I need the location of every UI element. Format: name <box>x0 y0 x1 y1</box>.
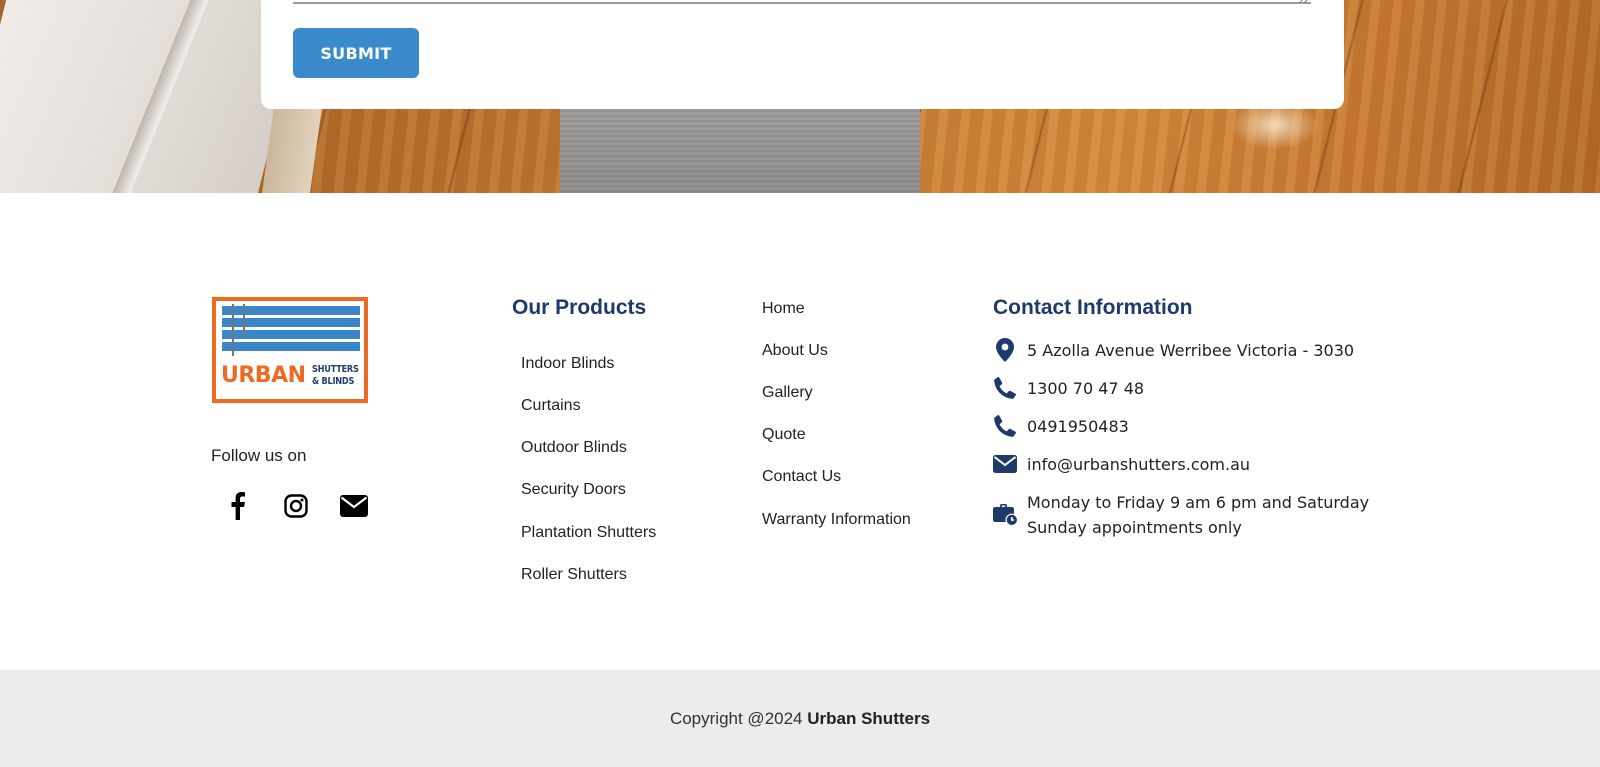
product-link-outdoor-blinds[interactable]: Outdoor Blinds <box>521 439 627 457</box>
contact-phone-2[interactable]: 0491950483 <box>993 414 1129 439</box>
location-pin-icon <box>993 338 1017 362</box>
logo-word: URBAN <box>221 363 306 388</box>
hero-background-photo: SUBMIT <box>0 0 1600 193</box>
envelope-icon[interactable] <box>336 490 372 522</box>
product-link-plantation-shutters[interactable]: Plantation Shutters <box>521 524 656 542</box>
nav-link-home[interactable]: Home <box>762 300 805 318</box>
contact-email[interactable]: info@urbanshutters.com.au <box>993 452 1250 477</box>
message-textarea[interactable] <box>293 2 1311 4</box>
brand-logo[interactable]: URBAN SHUTTERS & BLINDS <box>212 297 368 403</box>
logo-cord <box>232 304 234 356</box>
business-hours-icon <box>993 503 1017 527</box>
envelope-icon <box>993 452 1017 476</box>
copyright-brand: Urban Shutters <box>807 708 931 728</box>
phone-icon <box>993 414 1017 438</box>
contact-hours: Monday to Friday 9 am 6 pm and Saturday … <box>993 490 1369 540</box>
copyright-text: Copyright @2024 Urban Shutters <box>669 708 931 728</box>
email-text[interactable]: info@urbanshutters.com.au <box>1027 452 1250 477</box>
logo-wordmark: URBAN SHUTTERS & BLINDS <box>221 361 361 391</box>
nav-link-quote[interactable]: Quote <box>762 426 806 444</box>
logo-subtitle: SHUTTERS & BLINDS <box>311 364 359 387</box>
nav-link-warranty-information[interactable]: Warranty Information <box>762 511 911 529</box>
contact-address: 5 Azolla Avenue Werribee Victoria - 3030 <box>993 338 1354 363</box>
nav-link-gallery[interactable]: Gallery <box>762 384 813 402</box>
address-text: 5 Azolla Avenue Werribee Victoria - 3030 <box>1027 341 1355 360</box>
mobile-text[interactable]: 0491950483 <box>1027 414 1129 439</box>
resize-handle-icon[interactable] <box>1299 0 1309 3</box>
quote-form-card: SUBMIT <box>261 0 1344 109</box>
product-link-curtains[interactable]: Curtains <box>521 397 581 415</box>
contact-title: Contact Information <box>993 296 1193 319</box>
hours-text: Monday to Friday 9 am 6 pm and Saturday … <box>1027 493 1370 537</box>
facebook-icon[interactable] <box>220 490 256 522</box>
phone-text[interactable]: 1300 70 47 48 <box>1027 376 1144 401</box>
follow-label: Follow us on <box>211 446 307 465</box>
copyright-bar: Copyright @2024 Urban Shutters <box>0 670 1600 767</box>
submit-button[interactable]: SUBMIT <box>293 28 419 78</box>
nav-link-about-us[interactable]: About Us <box>762 342 828 360</box>
logo-cord <box>243 304 245 336</box>
contact-phone-1[interactable]: 1300 70 47 48 <box>993 376 1144 401</box>
product-link-security-doors[interactable]: Security Doors <box>521 481 626 499</box>
product-link-roller-shutters[interactable]: Roller Shutters <box>521 566 627 584</box>
nav-link-contact-us[interactable]: Contact Us <box>762 468 841 486</box>
products-title: Our Products <box>512 296 647 319</box>
instagram-icon[interactable] <box>278 490 314 522</box>
phone-icon <box>993 376 1017 400</box>
product-link-indoor-blinds[interactable]: Indoor Blinds <box>521 355 614 373</box>
